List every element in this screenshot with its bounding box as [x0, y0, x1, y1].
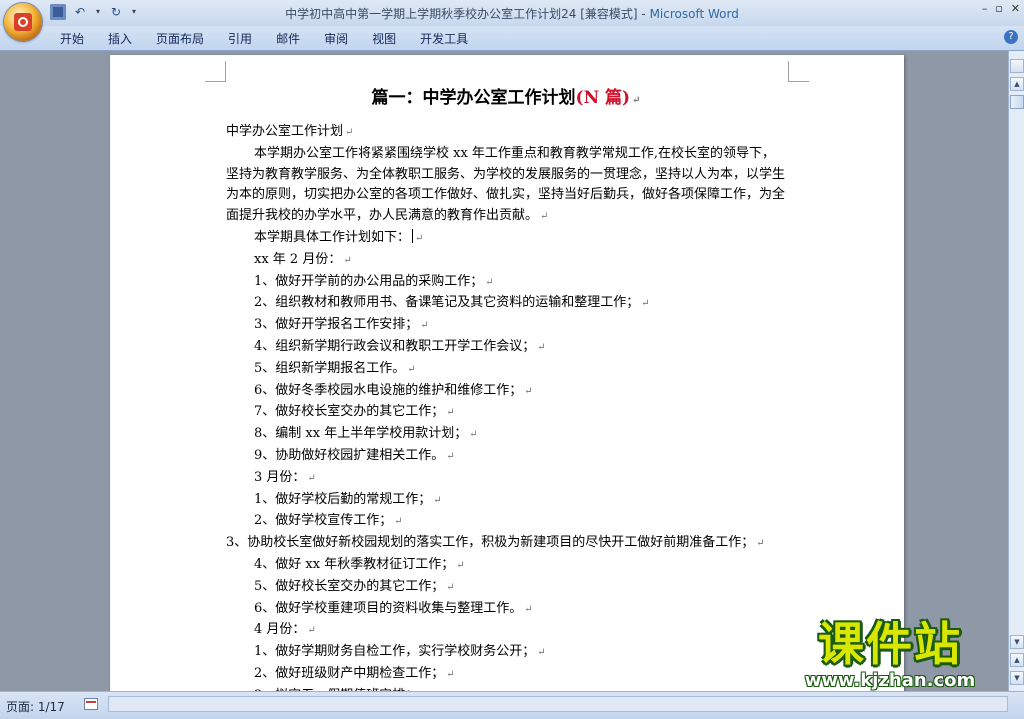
- tab-references[interactable]: 引用: [216, 30, 264, 48]
- title-bar: ↶ ▾ ↻ ▾ 中学初中高中第一学期上学期秋季校办公室工作计划24 [兼容模式]…: [0, 0, 1024, 26]
- paragraph-mark: ↵: [407, 364, 415, 375]
- proofing-status-icon[interactable]: [84, 698, 98, 710]
- office-button[interactable]: [4, 3, 42, 41]
- crop-mark-top-left: [205, 61, 226, 82]
- plan-line: 5、做好校长室交办的其它工作；↵: [226, 577, 786, 599]
- tab-home[interactable]: 开始: [48, 30, 96, 48]
- scroll-thumb[interactable]: [1010, 95, 1024, 109]
- plan-intro: 本学期具体工作计划如下：↵: [226, 228, 786, 250]
- kjzhan-watermark: 课件站 www.kjzhan.com: [770, 618, 1010, 691]
- paragraph-mark: ↵: [394, 516, 402, 527]
- ruler-toggle-icon[interactable]: [1010, 59, 1024, 73]
- tab-review[interactable]: 审阅: [312, 30, 360, 48]
- plan-line: 2、组织教材和教师用书、备课笔记及其它资料的运输和整理工作；↵: [226, 293, 786, 315]
- paragraph-mark: ↵: [307, 625, 315, 636]
- document-body[interactable]: 篇一：中学办公室工作计划(N 篇)↵ 中学办公室工作计划↵ 本学期办公室工作将紧…: [226, 83, 786, 691]
- document-area[interactable]: 篇一：中学办公室工作计划(N 篇)↵ 中学办公室工作计划↵ 本学期办公室工作将紧…: [0, 51, 1008, 691]
- scroll-down-button[interactable]: ▼: [1010, 635, 1024, 649]
- paragraph-mark: ↵: [420, 320, 428, 331]
- document-title: 中学初中高中第一学期上学期秋季校办公室工作计划24 [兼容模式]: [285, 7, 637, 21]
- ribbon-tab-strip: 开始 插入 页面布局 引用 邮件 审阅 视图 开发工具 ?: [0, 26, 1024, 51]
- plan-line: 4、组织新学期行政会议和教职工开学工作会议；↵: [226, 337, 786, 359]
- paragraph-mark: ↵: [537, 647, 545, 658]
- plan-line: 9、协助做好校园扩建相关工作。↵: [226, 446, 786, 468]
- paragraph-mark: ↵: [641, 298, 649, 309]
- paragraph-mark: ↵: [446, 451, 454, 462]
- paragraph-mark: ↵: [524, 386, 532, 397]
- close-button[interactable]: ✕: [1011, 2, 1020, 15]
- paragraph-mark: ↵: [469, 429, 477, 440]
- heading-count: (N 篇): [576, 88, 631, 108]
- plan-line: 3、做好开学报名工作安排；↵: [226, 315, 786, 337]
- tab-insert[interactable]: 插入: [96, 30, 144, 48]
- plan-line: 1、做好开学前的办公用品的采购工作；↵: [226, 272, 786, 294]
- plan-line: 6、做好冬季校园水电设施的维护和维修工作；↵: [226, 381, 786, 403]
- window-title: 中学初中高中第一学期上学期秋季校办公室工作计划24 [兼容模式] - Micro…: [0, 5, 1024, 22]
- plan-line: 4 月份：↵: [226, 620, 786, 642]
- paragraph-mark: ↵: [485, 277, 493, 288]
- page-indicator[interactable]: 页面: 1/17: [6, 698, 65, 715]
- paragraph-mark: ↵: [540, 211, 548, 222]
- app-name: Microsoft Word: [650, 7, 739, 21]
- plan-line: xx 年 2 月份：↵: [226, 250, 786, 272]
- plan-line: 2、做好学校宣传工作；↵: [226, 511, 786, 533]
- paragraph-mark: ↵: [537, 342, 545, 353]
- plan-line: 7、做好校长室交办的其它工作；↵: [226, 402, 786, 424]
- paragraph-mark: ↵: [433, 495, 441, 506]
- plan-line: 2、做好班级财产中期检查工作；↵: [226, 664, 786, 686]
- plan-line: 4、做好 xx 年秋季教材征订工作；↵: [226, 555, 786, 577]
- document-heading: 篇一：中学办公室工作计划(N 篇)↵: [226, 83, 786, 116]
- plan-line: 1、做好学期财务自检工作，实行学校财务公开；↵: [226, 642, 786, 664]
- next-page-button[interactable]: ▼: [1010, 671, 1024, 685]
- office-logo-icon: [14, 13, 32, 31]
- horizontal-scrollbar[interactable]: [108, 696, 1008, 712]
- tab-page-layout[interactable]: 页面布局: [144, 30, 216, 48]
- intro-title: 中学办公室工作计划↵: [226, 122, 786, 144]
- paragraph-mark: ↵: [632, 95, 640, 106]
- paragraph-mark: ↵: [446, 407, 454, 418]
- plan-line: 5、组织新学期报名工作。↵: [226, 359, 786, 381]
- minimize-button[interactable]: –: [982, 2, 988, 15]
- plan-line: 8、编制 xx 年上半年学校用款计划；↵: [226, 424, 786, 446]
- paragraph-mark: ↵: [524, 604, 532, 615]
- document-page[interactable]: 篇一：中学办公室工作计划(N 篇)↵ 中学办公室工作计划↵ 本学期办公室工作将紧…: [110, 55, 904, 691]
- tab-developer[interactable]: 开发工具: [408, 30, 480, 48]
- plan-list: xx 年 2 月份：↵1、做好开学前的办公用品的采购工作；↵2、组织教材和教师用…: [226, 250, 786, 691]
- paragraph-mark: ↵: [345, 127, 353, 138]
- window-controls: – ▫ ✕: [982, 2, 1020, 15]
- paragraph-mark: ↵: [456, 560, 464, 571]
- previous-page-button[interactable]: ▲: [1010, 653, 1024, 667]
- intro-paragraph: 本学期办公室工作将紧紧围绕学校 xx 年工作重点和教育教学常规工作,在校长室的领…: [226, 144, 786, 228]
- tab-view[interactable]: 视图: [360, 30, 408, 48]
- paragraph-mark: ↵: [756, 538, 764, 549]
- paragraph-mark: ↵: [446, 582, 454, 593]
- plan-line: 3 月份：↵: [226, 468, 786, 490]
- restore-button[interactable]: ▫: [995, 2, 1002, 15]
- watermark-title: 课件站: [770, 618, 1010, 670]
- scroll-up-button[interactable]: ▲: [1010, 77, 1024, 91]
- vertical-scrollbar[interactable]: ▲ ▼ ▲ ▼: [1008, 51, 1024, 691]
- help-icon[interactable]: ?: [1004, 30, 1018, 44]
- crop-mark-top-right: [788, 61, 809, 82]
- status-bar: 页面: 1/17: [0, 691, 1024, 719]
- plan-line: 3、协助校长室做好新校园规划的落实工作，积极为新建项目的尽快开工做好前期准备工作…: [226, 533, 786, 555]
- paragraph-mark: ↵: [415, 233, 423, 244]
- text-cursor: [412, 229, 413, 243]
- paragraph-mark: ↵: [307, 473, 315, 484]
- plan-line: 1、做好学校后勤的常规工作；↵: [226, 490, 786, 512]
- watermark-url: www.kjzhan.com: [770, 670, 1010, 691]
- plan-line: 6、做好学校重建项目的资料收集与整理工作。↵: [226, 599, 786, 621]
- tab-mailings[interactable]: 邮件: [264, 30, 312, 48]
- paragraph-mark: ↵: [446, 669, 454, 680]
- paragraph-mark: ↵: [343, 255, 351, 266]
